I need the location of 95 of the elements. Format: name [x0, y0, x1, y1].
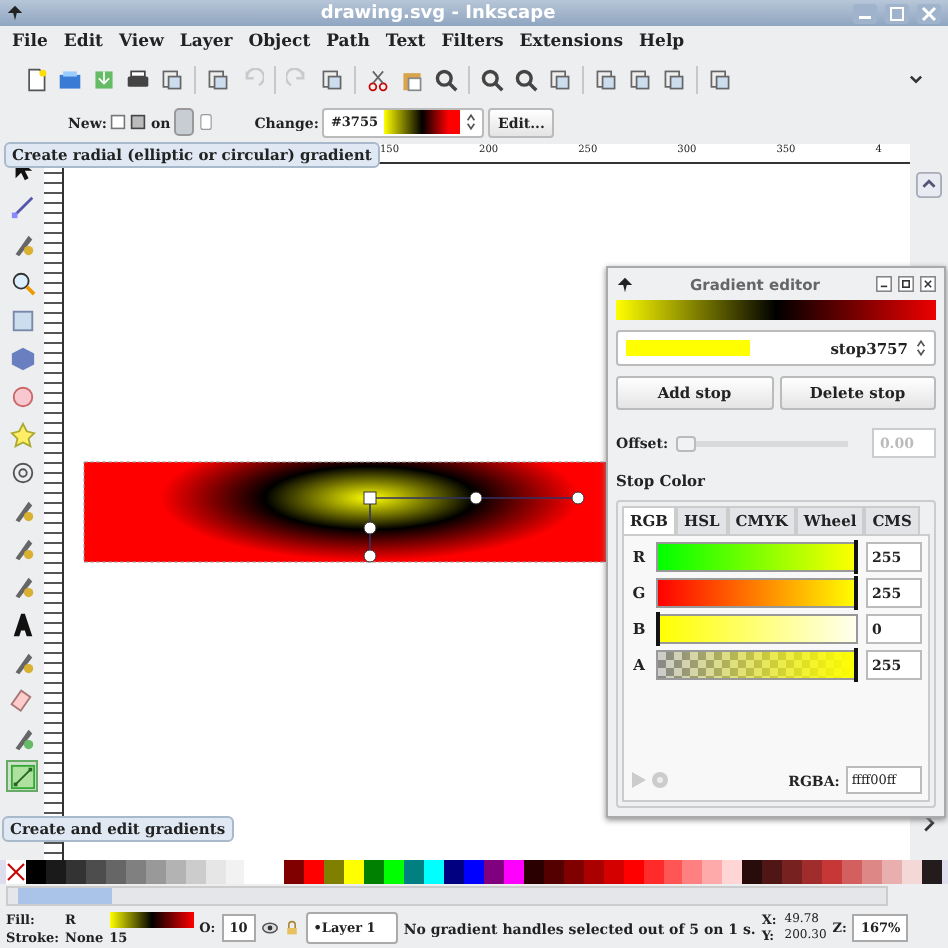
color-swatch[interactable]	[344, 860, 365, 884]
color-swatch[interactable]	[45, 860, 66, 884]
minimize-button[interactable]	[876, 276, 892, 292]
color-swatch[interactable]	[384, 860, 405, 884]
color-swatch[interactable]	[583, 860, 604, 884]
menu-item[interactable]: Filters	[441, 32, 504, 52]
menu-item[interactable]: Help	[639, 32, 685, 52]
eye-icon[interactable]	[261, 920, 278, 936]
color-swatch[interactable]	[603, 860, 624, 884]
stop-color-swatch	[626, 340, 750, 356]
close-button[interactable]	[920, 276, 936, 292]
color-swatch[interactable]	[145, 860, 166, 884]
menu-item[interactable]: View	[118, 32, 164, 52]
gradient-swatch	[384, 110, 460, 134]
color-swatch[interactable]	[563, 860, 584, 884]
color-swatch[interactable]	[225, 860, 245, 884]
gradient-tool-icon[interactable]	[6, 760, 38, 792]
box-tool-icon[interactable]	[6, 342, 38, 374]
maximize-button[interactable]	[898, 276, 914, 292]
menu-item[interactable]: File	[12, 32, 48, 52]
color-swatch[interactable]	[722, 860, 743, 884]
color-swatch[interactable]	[284, 860, 305, 884]
cut-icon[interactable]	[366, 67, 390, 91]
window-title: drawing.svg - Inkscape	[318, 3, 558, 23]
color-swatch[interactable]	[444, 860, 464, 884]
channel-slider[interactable]	[656, 614, 858, 644]
color-swatch[interactable]	[65, 860, 86, 884]
color-swatch[interactable]	[663, 860, 683, 884]
color-swatch[interactable]	[105, 860, 126, 884]
star-tool-icon[interactable]	[6, 418, 38, 450]
color-swatch[interactable]	[802, 860, 823, 884]
no-paint-swatch[interactable]	[6, 860, 26, 884]
color-swatch[interactable]	[483, 860, 504, 884]
color-swatch[interactable]	[543, 860, 564, 884]
zoom-icon[interactable]	[434, 67, 458, 91]
channel-slider[interactable]	[656, 542, 858, 572]
menu-item[interactable]: Extensions	[519, 32, 623, 52]
color-swatch[interactable]	[125, 860, 146, 884]
zoom-drawing-icon[interactable]	[480, 67, 504, 91]
color-swatch[interactable]	[165, 860, 186, 884]
menu-item[interactable]: Text	[385, 32, 426, 52]
channel-slider[interactable]	[656, 650, 858, 680]
color-swatch[interactable]	[901, 860, 922, 884]
color-swatch[interactable]	[26, 860, 46, 884]
slider-marker[interactable]	[656, 612, 660, 646]
color-swatch[interactable]	[424, 860, 445, 884]
slider-marker[interactable]	[854, 540, 858, 574]
color-swatch[interactable]	[205, 860, 226, 884]
zoom-page-icon[interactable]	[514, 67, 538, 91]
menu-item[interactable]: Object	[248, 32, 311, 52]
color-swatch[interactable]	[682, 860, 703, 884]
menu-item[interactable]: Layer	[179, 32, 233, 52]
radial-gradient-button[interactable]	[130, 114, 147, 130]
color-swatch[interactable]	[762, 860, 783, 884]
color-swatch[interactable]	[842, 860, 863, 884]
color-swatch[interactable]	[503, 860, 524, 884]
fill-swatch[interactable]	[109, 911, 194, 927]
color-swatch[interactable]	[364, 860, 385, 884]
paste-icon[interactable]	[400, 67, 424, 91]
color-swatch[interactable]	[304, 860, 325, 884]
color-swatch[interactable]	[921, 860, 942, 884]
gradient-handles[interactable]	[363, 491, 585, 563]
menu-item[interactable]: Edit	[63, 32, 103, 52]
scroll-up-button[interactable]	[916, 172, 942, 198]
color-swatch[interactable]	[85, 860, 106, 884]
channel-slider[interactable]	[656, 578, 858, 608]
color-swatch[interactable]	[702, 860, 723, 884]
color-swatch[interactable]	[523, 860, 544, 884]
color-swatch[interactable]	[324, 860, 345, 884]
color-swatch[interactable]	[742, 860, 763, 884]
linear-gradient-button[interactable]	[110, 114, 127, 130]
scrollbar-thumb[interactable]	[18, 888, 112, 904]
color-swatch[interactable]	[404, 860, 425, 884]
spin-arrows-icon	[466, 112, 476, 132]
color-swatch[interactable]	[185, 860, 206, 884]
menu-item[interactable]: Path	[326, 32, 370, 52]
stroke-target-button[interactable]	[198, 114, 215, 130]
color-swatch[interactable]	[623, 860, 644, 884]
color-swatch[interactable]	[782, 860, 803, 884]
color-swatch[interactable]	[643, 860, 663, 884]
horizontal-scrollbar[interactable]	[6, 886, 888, 906]
color-swatch[interactable]	[463, 860, 484, 884]
slider-marker[interactable]	[854, 576, 858, 610]
save-icon[interactable]	[92, 67, 116, 91]
spin-arrows-icon	[916, 338, 926, 358]
app-icon	[6, 4, 24, 22]
color-swatch[interactable]	[862, 860, 882, 884]
color-swatch[interactable]	[881, 860, 902, 884]
open-folder-icon[interactable]	[58, 67, 82, 91]
fill-target-button[interactable]	[174, 108, 195, 136]
color-swatch[interactable]	[822, 860, 843, 884]
app-icon	[616, 275, 634, 293]
print-icon[interactable]	[126, 67, 150, 91]
slider-marker[interactable]	[854, 648, 858, 682]
new-document-icon[interactable]	[24, 67, 48, 91]
